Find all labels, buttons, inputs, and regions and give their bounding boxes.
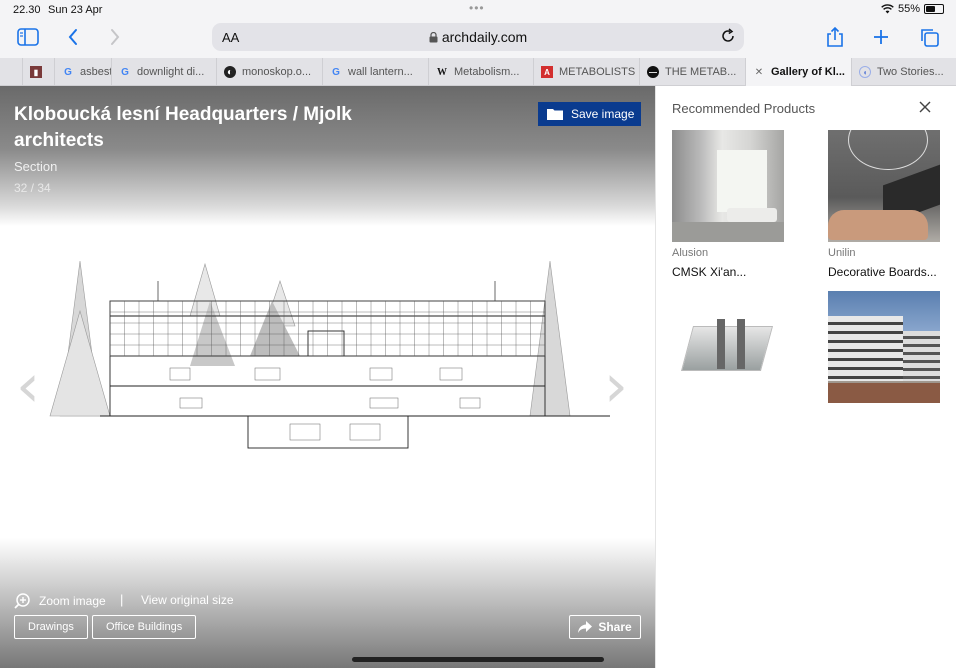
google-icon: G [332,66,340,78]
product-image[interactable] [828,130,940,242]
wifi-icon [881,4,894,14]
share-label: Share [598,620,632,634]
multitasking-dots-icon[interactable]: ••• [469,1,485,15]
product-brand: Alusion [672,247,709,259]
tab-downlight[interactable]: Gdownlight di... [111,58,216,86]
google-icon: G [121,66,129,78]
sidebar-toggle-icon[interactable] [15,26,41,48]
image-caption: Section [14,159,58,174]
browser-toolbar: AA archdaily.com [0,20,956,58]
status-bar: 22.30 Sun 23 Apr ••• 55% [0,0,956,20]
image-gallery: Kloboucká lesní Headquarters / Mjolk arc… [0,86,655,668]
tab-label: asbest [80,66,111,78]
home-indicator[interactable] [352,657,604,662]
tab-label: THE METAB... [665,66,737,78]
product-name: Decorative Boards... [828,265,937,279]
status-date: Sun 23 Apr [48,4,103,16]
product-name: CMSK Xi'an... [672,265,747,279]
tab-label: downlight di... [137,66,205,78]
product-card[interactable]: Unilin Decorative Boards... [828,130,940,279]
tab-bookmark[interactable]: ▮ [22,58,54,86]
product-card[interactable] [672,291,784,409]
monoskop-icon: ◐ [224,66,236,78]
new-tab-button[interactable] [868,26,894,48]
wikipedia-icon: W [437,66,447,78]
next-image-chevron-icon[interactable]: › [604,356,628,416]
reload-icon[interactable] [720,28,736,44]
image-counter: 32 / 34 [14,181,51,195]
tab-gallery-active[interactable]: ✕ Gallery of Kl... [745,58,851,86]
site-icon: — [647,66,659,78]
address-bar[interactable]: AA archdaily.com [212,23,744,51]
tab-label: monoskop.o... [242,66,312,78]
product-card[interactable]: Alusion CMSK Xi'an... [672,130,784,279]
url-text[interactable]: archdaily.com [212,29,744,45]
divider: | [120,592,124,607]
google-icon: G [64,66,72,78]
product-card[interactable] [828,291,940,409]
tab-label: wall lantern... [348,66,413,78]
back-button[interactable] [60,26,86,48]
share-sheet-button[interactable] [822,26,848,48]
recommended-products-panel: Recommended Products Alusion CMSK Xi'an.… [655,86,956,668]
tab-the-metab[interactable]: — THE METAB... [639,58,745,86]
battery-percent: 55% [897,3,920,15]
tab-bar: ▮ Gasbest Gdownlight di... ◐ monoskop.o..… [0,58,956,86]
bookmark-favicon-icon: ▮ [30,66,42,78]
previous-image-chevron-icon[interactable]: ‹ [16,356,40,416]
tab-asbest[interactable]: Gasbest [54,58,111,86]
tab-monoskop[interactable]: ◐ monoskop.o... [216,58,322,86]
forward-button[interactable] [102,26,128,48]
tab-label: Metabolism... [454,66,520,78]
tab-label: Gallery of Kl... [771,66,845,78]
url-label: archdaily.com [441,29,528,45]
zoom-image-label: Zoom image [39,593,106,608]
tab-label: METABOLISTS [559,66,636,78]
pdf-icon: A [541,66,553,78]
status-right: 55% [881,3,944,15]
tab-metabolists[interactable]: A METABOLISTS [533,58,639,86]
view-original-size-link[interactable]: View original size [141,593,234,607]
battery-icon [924,4,944,14]
close-icon[interactable]: ✕ [753,66,765,78]
zoom-in-icon [14,593,30,609]
share-button[interactable]: Share [569,615,641,639]
section-drawing-image[interactable] [40,256,620,466]
product-image[interactable] [672,130,784,242]
close-icon[interactable] [918,100,932,114]
tag-office-buildings-button[interactable]: Office Buildings [92,615,197,639]
save-image-label: Save image [571,107,635,121]
save-image-button[interactable]: Save image [538,102,641,126]
tab-label: Two Stories... [877,66,944,78]
status-time: 22.30 [13,4,41,16]
product-image[interactable] [672,291,784,403]
tab-overview-button[interactable] [916,26,942,48]
tab-metabolism[interactable]: W Metabolism... [428,58,533,86]
page-title: Kloboucká lesní Headquarters / Mjolk arc… [14,104,352,151]
share-arrow-icon [578,621,593,633]
tab-wall-lantern[interactable]: Gwall lantern... [322,58,428,86]
product-image[interactable] [828,291,940,403]
product-brand: Unilin [828,247,856,259]
tab-two-stories[interactable]: ◖ Two Stories... [851,58,956,86]
folder-icon [547,109,563,120]
site-icon: ◖ [859,66,871,78]
lock-icon [429,31,438,43]
tag-drawings-button[interactable]: Drawings [14,615,88,639]
recommended-products-heading: Recommended Products [672,101,816,116]
zoom-image-button[interactable]: Zoom image [14,592,106,609]
